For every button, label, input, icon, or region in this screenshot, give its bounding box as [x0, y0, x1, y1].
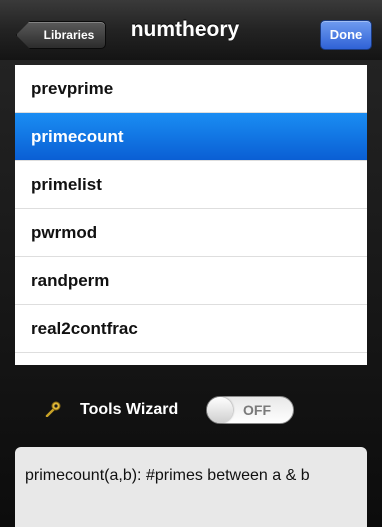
tools-wizard-label: Tools Wizard	[80, 401, 179, 418]
navigation-bar: Libraries numtheory Done	[0, 0, 382, 60]
function-list: prevprime primecount primelist pwrmod ra…	[15, 65, 367, 365]
function-description: primecount(a,b): #primes between a & b	[15, 447, 367, 527]
done-button[interactable]: Done	[320, 20, 372, 50]
list-item-primelist[interactable]: primelist	[15, 161, 367, 209]
toggle-state-label: OFF	[243, 402, 271, 418]
toggle-knob	[207, 397, 233, 423]
libraries-back-button[interactable]: Libraries	[16, 21, 106, 49]
screen: Libraries numtheory Done prevprime prime…	[0, 0, 382, 527]
tools-wizard-toggle[interactable]: OFF	[206, 396, 294, 424]
list-item-primecount[interactable]: primecount	[15, 113, 367, 161]
list-item-prevprime[interactable]: prevprime	[15, 65, 367, 113]
list-item-pwrmod[interactable]: pwrmod	[15, 209, 367, 257]
list-item-randperm[interactable]: randperm	[15, 257, 367, 305]
page-title: numtheory	[130, 18, 240, 41]
wand-icon	[45, 401, 61, 417]
list-item-real2contfrac[interactable]: real2contfrac	[15, 305, 367, 353]
